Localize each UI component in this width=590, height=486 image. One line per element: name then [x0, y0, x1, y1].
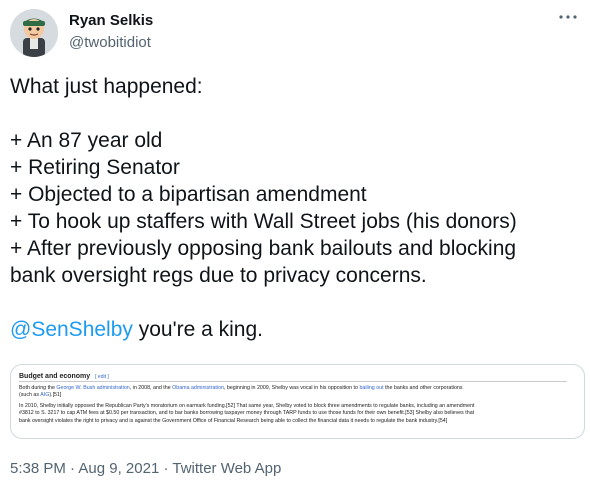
excerpt-line: In 2010, Shelby initially opposed the Re… — [19, 402, 475, 409]
excerpt-text: (such as — [19, 392, 41, 399]
more-horizontal-icon — [559, 15, 577, 19]
tweet-line: + After previously opposing bank bailout… — [10, 237, 517, 260]
excerpt-text: , beginning in 2009, Shelby was vocal in… — [223, 385, 360, 391]
meta-separator: · — [65, 460, 79, 477]
more-options-button[interactable] — [556, 10, 580, 24]
excerpt-paragraph: Both during the George W. Bush administr… — [19, 385, 573, 400]
mention-link[interactable]: @SenShelby — [10, 318, 133, 341]
tweet-line: + Objected to a bipartisan amendment — [10, 183, 367, 206]
excerpt-line: bank oversight violates the right to pri… — [19, 417, 448, 424]
wiki-link: bailing out — [359, 385, 384, 391]
tweet-line: + Retiring Senator — [10, 156, 180, 179]
tweet-line: + To hook up staffers with Wall Street j… — [10, 210, 517, 233]
excerpt-line: #3812 to S. 3217 to cap ATM fees at $0.5… — [19, 410, 475, 417]
avatar[interactable] — [10, 9, 58, 57]
excerpt-text: Both during the — [19, 385, 57, 391]
wikipedia-excerpt: Budget and economy [ edit ] Both during … — [19, 373, 579, 425]
tweet-text: What just happened: + An 87 year old + R… — [10, 73, 585, 343]
excerpt-text: ).[51] — [49, 392, 62, 399]
excerpt-text: , in 2008, and the — [129, 385, 173, 391]
wiki-link: AIG — [40, 392, 50, 399]
tweet: Ryan Selkis @twobitidiot What just happe… — [0, 0, 590, 486]
tweet-mention-line: @SenShelby you're a king. — [10, 316, 585, 343]
display-name[interactable]: Ryan Selkis — [69, 12, 153, 29]
tweet-line: + An 87 year old — [10, 129, 163, 152]
tweet-line: What just happened: — [10, 75, 203, 98]
timestamp-time[interactable]: 5:38 PM — [10, 460, 66, 477]
edit-link: [ edit ] — [95, 374, 109, 380]
excerpt-text: the banks and other corporations — [383, 385, 463, 391]
tweet-line: bank oversight regs due to privacy conce… — [10, 264, 427, 287]
username-handle[interactable]: @twobitidiot — [69, 34, 151, 51]
excerpt-paragraph: In 2010, Shelby initially opposed the Re… — [19, 403, 573, 425]
embedded-screenshot[interactable]: Budget and economy [ edit ] Both during … — [10, 364, 585, 439]
meta-separator: · — [159, 460, 173, 477]
excerpt-heading-text: Budget and economy — [19, 373, 91, 380]
wiki-link: George W. Bush administration — [56, 385, 130, 391]
wiki-link: Obama administration — [172, 385, 224, 391]
avatar-image — [10, 9, 58, 57]
excerpt-heading: Budget and economy [ edit ] — [19, 373, 567, 382]
timestamp-date[interactable]: Aug 9, 2021 — [78, 460, 159, 477]
source-label[interactable]: Twitter Web App — [172, 460, 281, 477]
tweet-metadata: 5:38 PM · Aug 9, 2021 · Twitter Web App — [10, 460, 281, 477]
mention-suffix: you're a king. — [132, 318, 263, 341]
